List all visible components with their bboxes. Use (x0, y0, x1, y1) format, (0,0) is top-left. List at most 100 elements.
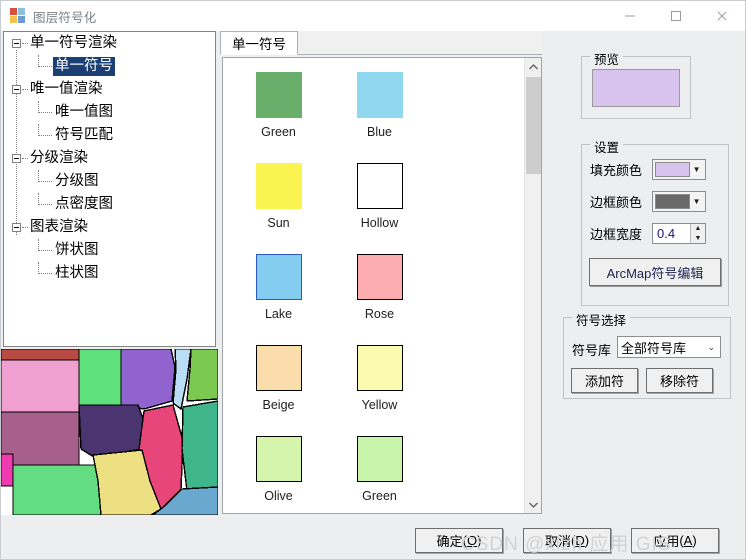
arcmap-symbol-editor-button[interactable]: ArcMap符号编辑 (589, 258, 721, 286)
maximize-button[interactable] (653, 1, 699, 30)
border-width-stepper[interactable]: 0.4 ▲ ▼ (652, 223, 706, 244)
symbol-item[interactable]: Rose (334, 248, 425, 339)
symbol-grid[interactable]: Green Blue Sun Hollow Lake Rose Beige Yellow Oli… (223, 58, 524, 513)
symbol-item[interactable]: Lake (233, 248, 324, 339)
tree-connector (38, 101, 39, 113)
tree-item-label: 饼状图 (55, 242, 99, 258)
symbol-item[interactable]: Beige (233, 339, 324, 430)
border-width-row: 边框宽度 0.4 ▲ ▼ (590, 223, 706, 244)
symbol-label: Rose (364, 307, 395, 321)
symbol-select-group-label: 符号选择 (572, 310, 631, 329)
symbol-item[interactable]: Hollow (334, 157, 425, 248)
add-symbol-button[interactable]: 添加符 (571, 368, 638, 393)
scrollbar-thumb[interactable] (526, 77, 541, 174)
symbol-swatch[interactable] (356, 163, 403, 209)
symbol-swatch[interactable] (255, 436, 302, 482)
tree-item-label: 唯一值渲染 (30, 81, 103, 97)
ok-button[interactable]: 确定(O) (415, 528, 503, 553)
window-controls (607, 1, 745, 30)
stepper-buttons[interactable]: ▲ ▼ (690, 224, 705, 243)
tree-connector (38, 250, 52, 251)
tree-connector (38, 273, 52, 274)
layer-symbology-dialog: 图层符号化 单一符号渲染 单一符号 唯一值渲染 唯一值图 符号匹配 分级渲染 分级图 点密度图… (0, 0, 746, 560)
tree-expander-icon[interactable] (12, 223, 21, 232)
stepper-up-icon[interactable]: ▲ (691, 224, 705, 234)
symbol-label: Beige (262, 398, 295, 412)
apply-button-accel: A (683, 533, 693, 548)
symbol-label: Hollow (360, 216, 399, 230)
border-color-swatch (655, 194, 691, 209)
symbol-list-scrollbar[interactable] (524, 58, 541, 513)
tree-item-label: 柱状图 (55, 265, 99, 281)
symbol-swatch[interactable] (356, 254, 403, 300)
tree-expander-icon[interactable] (12, 154, 21, 163)
symbol-item[interactable]: Blue (334, 66, 425, 157)
tab-single-symbol[interactable]: 单一符号 (220, 31, 298, 55)
tree-connector (38, 204, 52, 205)
tree-connector (38, 66, 52, 67)
us-midwest-states-map (1, 349, 218, 515)
scroll-down-icon[interactable] (525, 496, 542, 513)
symbol-swatch[interactable] (255, 163, 302, 209)
cancel-button[interactable]: 取消(D) (523, 528, 611, 553)
symbol-library-value: 全部符号库 (621, 340, 687, 356)
cancel-button-accel: D (575, 533, 585, 548)
tree-expander-icon[interactable] (12, 39, 21, 48)
tree-connector (38, 193, 39, 205)
renderer-tree[interactable]: 单一符号渲染单一符号唯一值渲染唯一值图 符号匹配分级渲染分级图点密度图 图表渲染饼状… (3, 31, 216, 347)
tree-item-0[interactable]: 单一符号渲染 (4, 32, 215, 55)
symbol-label: Lake (264, 307, 293, 321)
symbol-label: Sun (267, 216, 290, 230)
tree-item-10[interactable]: 柱状图 (4, 262, 215, 285)
tree-item-9[interactable]: 饼状图 (4, 239, 215, 262)
symbol-label: Yellow (361, 398, 398, 412)
symbol-item[interactable]: Green (233, 66, 324, 157)
symbol-item[interactable]: Olive (233, 430, 324, 513)
tree-item-label: 分级渲染 (30, 150, 88, 166)
tree-expander-icon[interactable] (12, 85, 21, 94)
symbol-item[interactable]: Yellow (334, 339, 425, 430)
settings-group: 设置 填充颜色 ▼ 边框颜色 ▼ 边框宽度 0.4 ▲ ▼ ArcMap符号编辑 (581, 137, 729, 306)
tree-connector (22, 89, 28, 90)
close-icon[interactable] (699, 1, 745, 30)
fill-color-button[interactable]: ▼ (652, 159, 706, 180)
tree-item-2[interactable]: 唯一值渲染 (4, 78, 215, 101)
tree-item-8[interactable]: 图表渲染 (4, 216, 215, 239)
tree-item-label: 分级图 (55, 173, 99, 189)
chevron-down-icon[interactable]: ⌄ (707, 342, 715, 353)
tree-item-label: 单一符号渲染 (30, 35, 117, 51)
border-color-label: 边框颜色 (590, 195, 643, 210)
tree-connector (38, 124, 39, 136)
preview-swatch (592, 69, 680, 107)
symbol-item[interactable]: Sun (233, 157, 324, 248)
apply-button[interactable]: 应用(A) (631, 528, 719, 553)
symbol-swatch[interactable] (255, 345, 302, 391)
symbol-library-select[interactable]: 全部符号库 ⌄ (617, 336, 721, 358)
symbol-swatch[interactable] (356, 72, 403, 118)
tree-item-1[interactable]: 单一符号 (4, 55, 215, 78)
tree-connector (22, 43, 28, 44)
minimize-button[interactable] (607, 1, 653, 30)
tree-item-7[interactable]: 点密度图 (4, 193, 215, 216)
tree-item-4[interactable]: 符号匹配 (4, 124, 215, 147)
border-color-button[interactable]: ▼ (652, 191, 706, 212)
symbol-swatch[interactable] (356, 345, 403, 391)
remove-symbol-button[interactable]: 移除符 (646, 368, 713, 393)
chevron-down-icon[interactable]: ▼ (690, 162, 703, 177)
stepper-down-icon[interactable]: ▼ (691, 233, 705, 243)
symbol-item[interactable]: Green (334, 430, 425, 513)
symbol-swatch[interactable] (356, 436, 403, 482)
symbol-swatch[interactable] (255, 254, 302, 300)
tree-connector (38, 262, 39, 274)
tree-item-5[interactable]: 分级渲染 (4, 147, 215, 170)
tree-connector (38, 170, 39, 182)
preview-group: 预览 (581, 49, 691, 119)
scroll-up-icon[interactable] (525, 58, 542, 75)
symbol-list-panel: Green Blue Sun Hollow Lake Rose Beige Yellow Oli… (222, 57, 542, 514)
fill-color-label: 填充颜色 (590, 163, 643, 178)
symbol-swatch[interactable] (255, 72, 302, 118)
chevron-down-icon[interactable]: ▼ (690, 194, 703, 209)
tree-item-3[interactable]: 唯一值图 (4, 101, 215, 124)
tree-item-6[interactable]: 分级图 (4, 170, 215, 193)
border-width-value[interactable]: 0.4 (653, 226, 675, 241)
